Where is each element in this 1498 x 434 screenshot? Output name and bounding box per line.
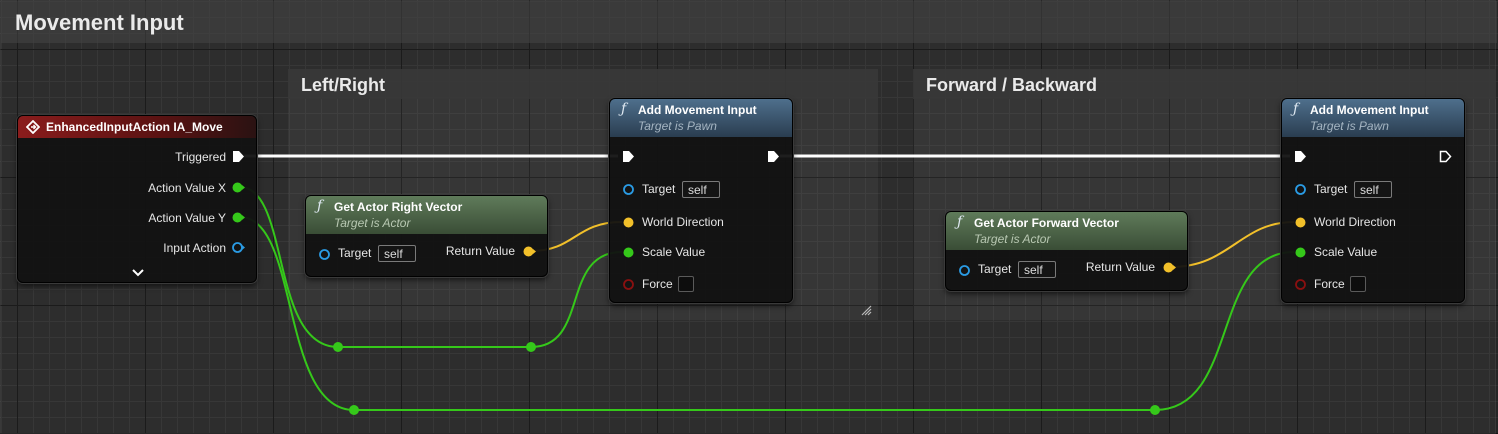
event-node-ia-move[interactable]: EnhancedInputAction IA_Move Triggered Ac… — [17, 115, 257, 283]
pin-label-target: Target — [978, 262, 1012, 276]
node-title: Get Actor Right Vector — [334, 200, 463, 214]
float-pin-scale-value[interactable] — [1294, 246, 1307, 259]
exec-pin-triggered[interactable] — [232, 150, 245, 163]
reroute-knot — [349, 405, 359, 415]
node-header[interactable]: ƒ Get Actor Forward Vector Target is Act… — [946, 212, 1187, 250]
event-diamond-icon — [26, 120, 40, 134]
node-subtitle: Target is Actor — [974, 232, 1051, 246]
force-checkbox[interactable] — [678, 276, 694, 292]
node-title: Add Movement Input — [638, 103, 757, 117]
float-pin-y[interactable] — [232, 211, 245, 224]
target-field[interactable]: self — [1354, 181, 1392, 198]
pin-label-force: Force — [1314, 277, 1345, 291]
node-subtitle: Target is Pawn — [1310, 119, 1389, 133]
object-pin-input-action[interactable] — [232, 241, 245, 254]
reroute-knot — [526, 342, 536, 352]
float-pin-scale-value[interactable] — [622, 246, 635, 259]
exec-pin-in[interactable] — [1294, 150, 1307, 163]
node-add-movement-input-2[interactable]: ƒ Add Movement Input Target is Pawn Targ… — [1281, 98, 1465, 303]
node-header[interactable]: ƒ Get Actor Right Vector Target is Actor — [306, 196, 547, 234]
pin-label-scale-value: Scale Value — [1314, 245, 1378, 259]
target-field[interactable]: self — [682, 181, 720, 198]
node-add-movement-input-1[interactable]: ƒ Add Movement Input Target is Pawn Targ… — [609, 98, 793, 303]
object-pin-target[interactable] — [318, 248, 331, 261]
node-header[interactable]: EnhancedInputAction IA_Move — [18, 116, 256, 138]
reroute-knot — [333, 342, 343, 352]
exec-pin-in[interactable] — [622, 150, 635, 163]
pin-label-return-value: Return Value — [1085, 260, 1155, 274]
node-title: Get Actor Forward Vector — [974, 216, 1119, 230]
function-icon: ƒ — [957, 214, 963, 230]
pin-label-action-value-x: Action Value X — [148, 181, 226, 195]
pin-label-action-value-y: Action Value Y — [148, 211, 226, 225]
reroute-knot — [1150, 405, 1160, 415]
node-subtitle: Target is Pawn — [638, 119, 717, 133]
function-icon: ƒ — [1293, 101, 1299, 117]
bool-pin-force[interactable] — [622, 278, 635, 291]
vector-pin-world-direction[interactable] — [1294, 216, 1307, 229]
node-subtitle: Target is Actor — [334, 216, 411, 230]
exec-pin-out[interactable] — [767, 150, 780, 163]
target-field[interactable]: self — [1018, 261, 1056, 278]
function-icon: ƒ — [317, 198, 323, 214]
target-field[interactable]: self — [378, 245, 416, 262]
node-title: Add Movement Input — [1310, 103, 1429, 117]
pin-label-world-direction: World Direction — [1314, 215, 1396, 229]
node-title: EnhancedInputAction IA_Move — [46, 120, 223, 134]
chevron-down-icon[interactable] — [131, 268, 145, 278]
object-pin-target[interactable] — [622, 183, 635, 196]
exec-pin-out[interactable] — [1439, 150, 1452, 163]
node-get-actor-right-vector[interactable]: ƒ Get Actor Right Vector Target is Actor… — [305, 195, 548, 277]
vector-pin-return[interactable] — [523, 245, 536, 258]
node-header[interactable]: ƒ Add Movement Input Target is Pawn — [1282, 99, 1464, 137]
node-header[interactable]: ƒ Add Movement Input Target is Pawn — [610, 99, 792, 137]
pin-label-world-direction: World Direction — [642, 215, 724, 229]
vector-pin-world-direction[interactable] — [622, 216, 635, 229]
pin-label-triggered: Triggered — [175, 150, 226, 164]
pin-label-target: Target — [642, 182, 676, 196]
object-pin-target[interactable] — [958, 264, 971, 277]
vector-pin-return[interactable] — [1163, 261, 1176, 274]
object-pin-target[interactable] — [1294, 183, 1307, 196]
node-get-actor-forward-vector[interactable]: ƒ Get Actor Forward Vector Target is Act… — [945, 211, 1188, 291]
function-icon: ƒ — [621, 101, 627, 117]
bool-pin-force[interactable] — [1294, 278, 1307, 291]
pin-label-scale-value: Scale Value — [642, 245, 706, 259]
pin-label-target: Target — [338, 246, 372, 260]
pin-label-target: Target — [1314, 182, 1348, 196]
pin-label-return-value: Return Value — [445, 244, 515, 258]
vector-wire — [1170, 221, 1295, 268]
force-checkbox[interactable] — [1350, 276, 1366, 292]
float-pin-x[interactable] — [232, 181, 245, 194]
pin-label-force: Force — [642, 277, 673, 291]
pin-label-input-action: Input Action — [163, 241, 226, 255]
